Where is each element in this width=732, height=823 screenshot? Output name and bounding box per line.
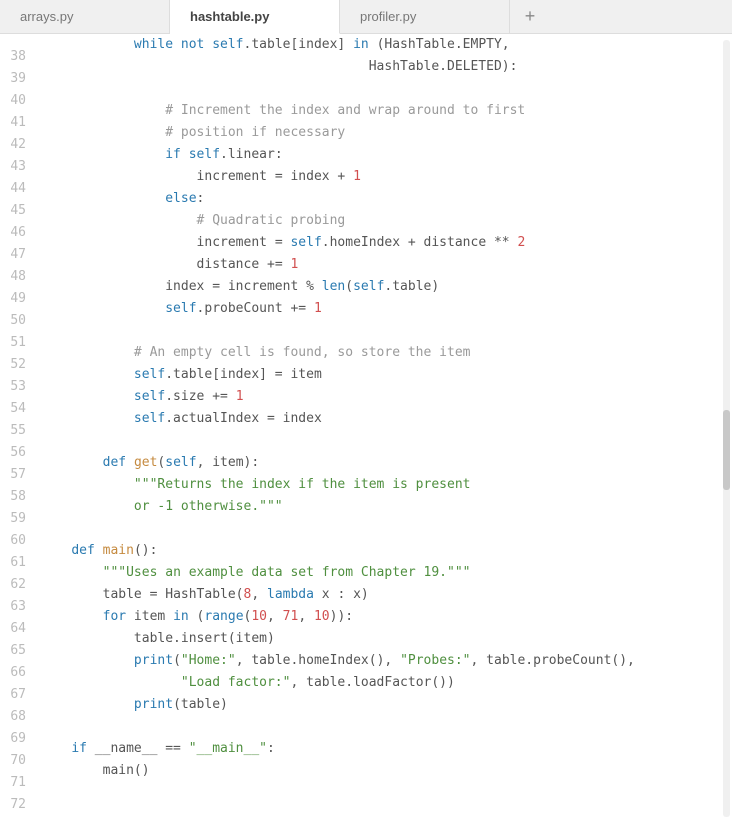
line-number: 40: [0, 90, 26, 112]
code-line[interactable]: [40, 78, 732, 100]
line-number: 41: [0, 112, 26, 134]
code-line[interactable]: or -1 otherwise.""": [40, 496, 732, 518]
line-number: 39: [0, 68, 26, 90]
line-number: 57: [0, 464, 26, 486]
code-line[interactable]: [40, 518, 732, 540]
line-number: 50: [0, 310, 26, 332]
tab-label: arrays.py: [20, 9, 73, 24]
code-line[interactable]: table = HashTable(8, lambda x : x): [40, 584, 732, 606]
line-number: 44: [0, 178, 26, 200]
line-number: 49: [0, 288, 26, 310]
line-number: 42: [0, 134, 26, 156]
code-line[interactable]: for item in (range(10, 71, 10)):: [40, 606, 732, 628]
line-number: 72: [0, 794, 26, 816]
code-line[interactable]: HashTable.DELETED):: [40, 56, 732, 78]
code-line[interactable]: [40, 782, 732, 804]
code-area[interactable]: # Stop searching when an empty cell is e…: [34, 34, 732, 823]
line-number: 58: [0, 486, 26, 508]
scrollbar-thumb[interactable]: [723, 410, 730, 490]
line-number: 45: [0, 200, 26, 222]
code-line[interactable]: if self.linear:: [40, 144, 732, 166]
editor[interactable]: 3839404142434445464748495051525354555657…: [0, 34, 732, 823]
line-number: 65: [0, 640, 26, 662]
line-number: 43: [0, 156, 26, 178]
code-line[interactable]: if __name__ == "__main__":: [40, 738, 732, 760]
code-line[interactable]: index = increment % len(self.table): [40, 276, 732, 298]
code-line[interactable]: self.actualIndex = index: [40, 408, 732, 430]
line-number: 53: [0, 376, 26, 398]
code-line[interactable]: [40, 320, 732, 342]
code-line[interactable]: # Quadratic probing: [40, 210, 732, 232]
line-number: 46: [0, 222, 26, 244]
line-number: 68: [0, 706, 26, 728]
tab-hashtable[interactable]: hashtable.py: [170, 0, 340, 34]
tab-profiler[interactable]: profiler.py: [340, 0, 510, 33]
tab-label: profiler.py: [360, 9, 416, 24]
code-line[interactable]: # Increment the index and wrap around to…: [40, 100, 732, 122]
tab-label: hashtable.py: [190, 9, 269, 24]
tab-arrays[interactable]: arrays.py: [0, 0, 170, 33]
line-number: 48: [0, 266, 26, 288]
line-number: 47: [0, 244, 26, 266]
code-line[interactable]: print(table): [40, 694, 732, 716]
line-number: 69: [0, 728, 26, 750]
code-line[interactable]: increment = index + 1: [40, 166, 732, 188]
code-line[interactable]: self.table[index] = item: [40, 364, 732, 386]
code-line[interactable]: """Uses an example data set from Chapter…: [40, 562, 732, 584]
code-line[interactable]: while not self.table[index] in (HashTabl…: [40, 34, 732, 56]
code-line[interactable]: # An empty cell is found, so store the i…: [40, 342, 732, 364]
line-number: 62: [0, 574, 26, 596]
line-number: 61: [0, 552, 26, 574]
line-number: 63: [0, 596, 26, 618]
line-number: 51: [0, 332, 26, 354]
code-line[interactable]: "Load factor:", table.loadFactor()): [40, 672, 732, 694]
line-number: 52: [0, 354, 26, 376]
code-line[interactable]: main(): [40, 760, 732, 782]
code-line[interactable]: self.probeCount += 1: [40, 298, 732, 320]
line-number: 55: [0, 420, 26, 442]
code-line[interactable]: distance += 1: [40, 254, 732, 276]
code-line[interactable]: """Returns the index if the item is pres…: [40, 474, 732, 496]
code-line[interactable]: [40, 716, 732, 738]
code-line[interactable]: increment = self.homeIndex + distance **…: [40, 232, 732, 254]
line-number: 56: [0, 442, 26, 464]
code-line[interactable]: else:: [40, 188, 732, 210]
tab-bar: arrays.py hashtable.py profiler.py +: [0, 0, 732, 34]
code-line[interactable]: def get(self, item):: [40, 452, 732, 474]
code-line[interactable]: [40, 430, 732, 452]
line-number: 67: [0, 684, 26, 706]
line-number: 71: [0, 772, 26, 794]
scrollbar[interactable]: [723, 40, 730, 817]
line-number: 60: [0, 530, 26, 552]
line-number: 38: [0, 46, 26, 68]
code-line[interactable]: # position if necessary: [40, 122, 732, 144]
line-number: 66: [0, 662, 26, 684]
line-number: [0, 36, 26, 46]
line-number-gutter: 3839404142434445464748495051525354555657…: [0, 34, 34, 823]
code-line[interactable]: self.size += 1: [40, 386, 732, 408]
code-line[interactable]: print("Home:", table.homeIndex(), "Probe…: [40, 650, 732, 672]
line-number: 59: [0, 508, 26, 530]
code-line[interactable]: table.insert(item): [40, 628, 732, 650]
line-number: 64: [0, 618, 26, 640]
line-number: 54: [0, 398, 26, 420]
code-line[interactable]: def main():: [40, 540, 732, 562]
new-tab-button[interactable]: +: [510, 0, 550, 33]
line-number: 70: [0, 750, 26, 772]
